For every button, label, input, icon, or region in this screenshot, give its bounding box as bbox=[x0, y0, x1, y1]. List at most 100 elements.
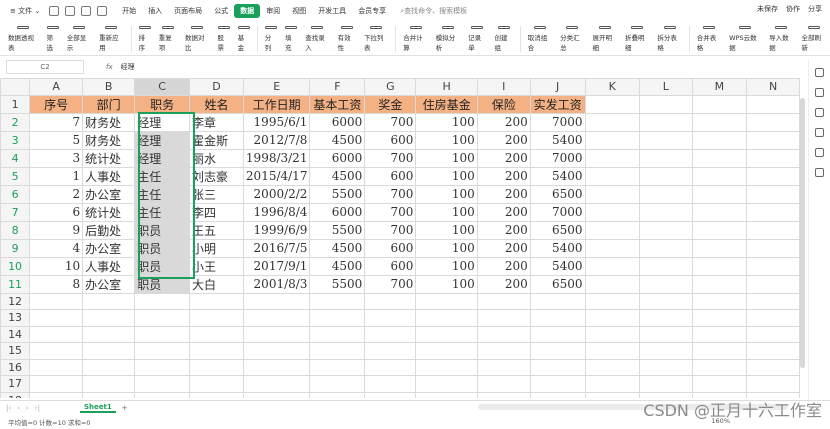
cell[interactable]: 8 bbox=[29, 274, 84, 294]
cell[interactable] bbox=[584, 325, 641, 343]
cell[interactable] bbox=[29, 391, 84, 398]
cell[interactable]: 6000 bbox=[309, 148, 366, 168]
row-header[interactable]: 17 bbox=[0, 375, 31, 393]
cell[interactable] bbox=[29, 375, 84, 393]
column-header[interactable]: D bbox=[189, 78, 244, 96]
ribbon-button-12[interactable]: 有效性 bbox=[334, 22, 360, 54]
cell[interactable]: 3 bbox=[29, 148, 84, 168]
cell[interactable]: 5500 bbox=[309, 220, 366, 240]
ribbon-button-21[interactable]: 折叠明细 bbox=[621, 22, 653, 54]
cell[interactable] bbox=[364, 375, 417, 393]
header-cell[interactable]: 基本工资 bbox=[309, 94, 366, 114]
column-header[interactable]: K bbox=[584, 78, 641, 96]
collaborate-button[interactable]: 协作 bbox=[786, 4, 800, 14]
cell[interactable] bbox=[529, 292, 586, 310]
ribbon-button-8[interactable]: 基金 bbox=[234, 22, 254, 54]
cell[interactable] bbox=[584, 112, 641, 132]
row-header[interactable]: 1 bbox=[0, 94, 31, 114]
cell[interactable]: 经理 bbox=[134, 130, 191, 150]
cell[interactable]: 办公室 bbox=[82, 238, 136, 258]
column-header[interactable]: C bbox=[134, 78, 191, 96]
cell[interactable]: 700 bbox=[364, 112, 417, 132]
row-header[interactable]: 14 bbox=[0, 325, 31, 343]
cell[interactable] bbox=[639, 375, 693, 393]
column-header[interactable]: H bbox=[415, 78, 478, 96]
cell[interactable] bbox=[242, 342, 311, 360]
cell[interactable] bbox=[639, 342, 693, 360]
cell[interactable] bbox=[584, 342, 641, 360]
header-cell[interactable]: 保险 bbox=[476, 94, 531, 114]
cell[interactable] bbox=[364, 358, 417, 376]
cell[interactable] bbox=[584, 202, 641, 222]
cell[interactable]: 600 bbox=[364, 166, 417, 186]
cell[interactable] bbox=[476, 342, 531, 360]
row-header[interactable]: 18 bbox=[0, 391, 31, 398]
cell[interactable] bbox=[639, 94, 693, 114]
share-button[interactable]: 分享 bbox=[808, 4, 822, 14]
cell[interactable] bbox=[134, 375, 191, 393]
cell[interactable]: 4500 bbox=[309, 130, 366, 150]
cell[interactable]: 6000 bbox=[309, 202, 366, 222]
cell[interactable]: 200 bbox=[476, 202, 531, 222]
cell[interactable]: 5400 bbox=[529, 256, 586, 276]
cell[interactable]: 5400 bbox=[529, 166, 586, 186]
cell[interactable]: 1 bbox=[29, 166, 84, 186]
row-header[interactable]: 3 bbox=[0, 130, 31, 150]
column-header[interactable]: E bbox=[242, 78, 311, 96]
column-header[interactable]: I bbox=[476, 78, 531, 96]
cell[interactable] bbox=[746, 256, 800, 276]
cell[interactable]: 人事处 bbox=[82, 166, 136, 186]
cell[interactable]: 丽水 bbox=[189, 148, 244, 168]
next-sheet-icon[interactable]: › bbox=[26, 404, 29, 412]
cell[interactable]: 200 bbox=[476, 238, 531, 258]
cell[interactable]: 200 bbox=[476, 184, 531, 204]
ribbon-button-24[interactable]: WPS云数据 bbox=[725, 22, 765, 54]
cell[interactable]: 4500 bbox=[309, 166, 366, 186]
menu-tab-3[interactable]: 公式 bbox=[208, 4, 234, 18]
cell[interactable]: 5400 bbox=[529, 238, 586, 258]
cell[interactable] bbox=[584, 220, 641, 240]
fx-icon[interactable]: fx bbox=[106, 63, 113, 71]
cell[interactable] bbox=[364, 325, 417, 343]
backup-icon[interactable] bbox=[815, 148, 824, 157]
ribbon-button-7[interactable]: 股票 bbox=[213, 22, 233, 54]
cell[interactable]: 6500 bbox=[529, 184, 586, 204]
cell[interactable] bbox=[746, 148, 800, 168]
cell[interactable] bbox=[309, 325, 366, 343]
cell[interactable] bbox=[476, 325, 531, 343]
header-cell[interactable]: 序号 bbox=[29, 94, 84, 114]
cell[interactable] bbox=[746, 375, 800, 393]
cell[interactable] bbox=[364, 391, 417, 398]
cell[interactable] bbox=[691, 375, 748, 393]
cell[interactable] bbox=[529, 358, 586, 376]
cell[interactable]: 6500 bbox=[529, 274, 586, 294]
save-icon[interactable] bbox=[49, 6, 60, 16]
row-header[interactable]: 8 bbox=[0, 220, 31, 240]
ribbon-button-26[interactable]: 全部刷新 bbox=[798, 22, 830, 54]
cell[interactable] bbox=[309, 342, 366, 360]
cell[interactable]: 10 bbox=[29, 256, 84, 276]
cell[interactable] bbox=[189, 309, 244, 327]
row-header[interactable]: 9 bbox=[0, 238, 31, 258]
cell[interactable] bbox=[189, 391, 244, 398]
menu-tab-6[interactable]: 视图 bbox=[286, 4, 312, 18]
cell[interactable] bbox=[746, 184, 800, 204]
cell[interactable] bbox=[584, 256, 641, 276]
cell[interactable]: 6 bbox=[29, 202, 84, 222]
menu-tab-4[interactable]: 数据 bbox=[234, 4, 261, 18]
cell[interactable] bbox=[29, 292, 84, 310]
cell[interactable] bbox=[691, 112, 748, 132]
cell[interactable]: 100 bbox=[415, 148, 478, 168]
property-icon[interactable] bbox=[815, 108, 824, 117]
cell[interactable] bbox=[691, 256, 748, 276]
cell[interactable]: 统计处 bbox=[82, 202, 136, 222]
cell[interactable]: 4500 bbox=[309, 256, 366, 276]
cell[interactable]: 100 bbox=[415, 202, 478, 222]
cell[interactable] bbox=[691, 202, 748, 222]
cell[interactable] bbox=[82, 325, 136, 343]
cell[interactable]: 刘志豪 bbox=[189, 166, 244, 186]
cell[interactable]: 100 bbox=[415, 238, 478, 258]
cell[interactable] bbox=[189, 342, 244, 360]
cell[interactable]: 职员 bbox=[134, 274, 191, 294]
cell[interactable] bbox=[242, 358, 311, 376]
